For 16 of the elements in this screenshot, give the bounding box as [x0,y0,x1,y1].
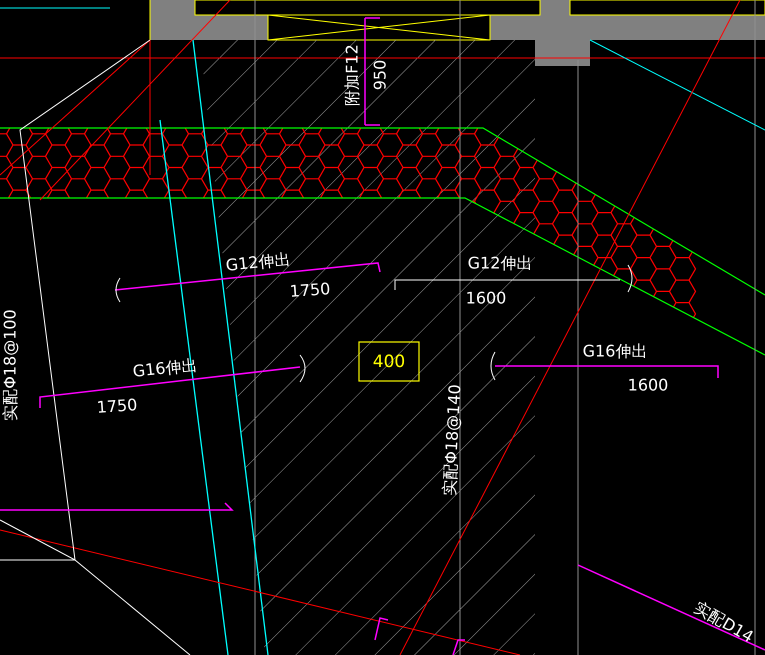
drawing-label: G16伸出 [132,355,198,381]
drawing-label: 实配Φ18@100 [0,309,20,421]
drawing-label: 950 [370,60,390,90]
drawing-label: 1750 [289,279,331,301]
drawing-label: 实配Φ18@140 [440,384,464,496]
drawing-label: 实配D14 [691,598,757,646]
drawing-label: 附加F12 [342,44,362,106]
drawing-label: 1600 [628,376,668,394]
text-frame [358,341,420,382]
drawing-label: G16伸出 [582,342,648,360]
dimension-value: 400 [372,352,406,372]
cad-viewport[interactable]: 附加F12 950 G12伸出 1750 G12伸出 1600 G16伸出 1750 400 G16伸出 1600 实配Φ18@140 实配Φ18@100 实配D14 [0,0,765,655]
drawing-label: 1750 [96,395,138,417]
drawing-label: G12伸出 [468,254,532,272]
drawing-label: 1600 [466,288,506,308]
drawing-label: G12伸出 [224,249,292,275]
